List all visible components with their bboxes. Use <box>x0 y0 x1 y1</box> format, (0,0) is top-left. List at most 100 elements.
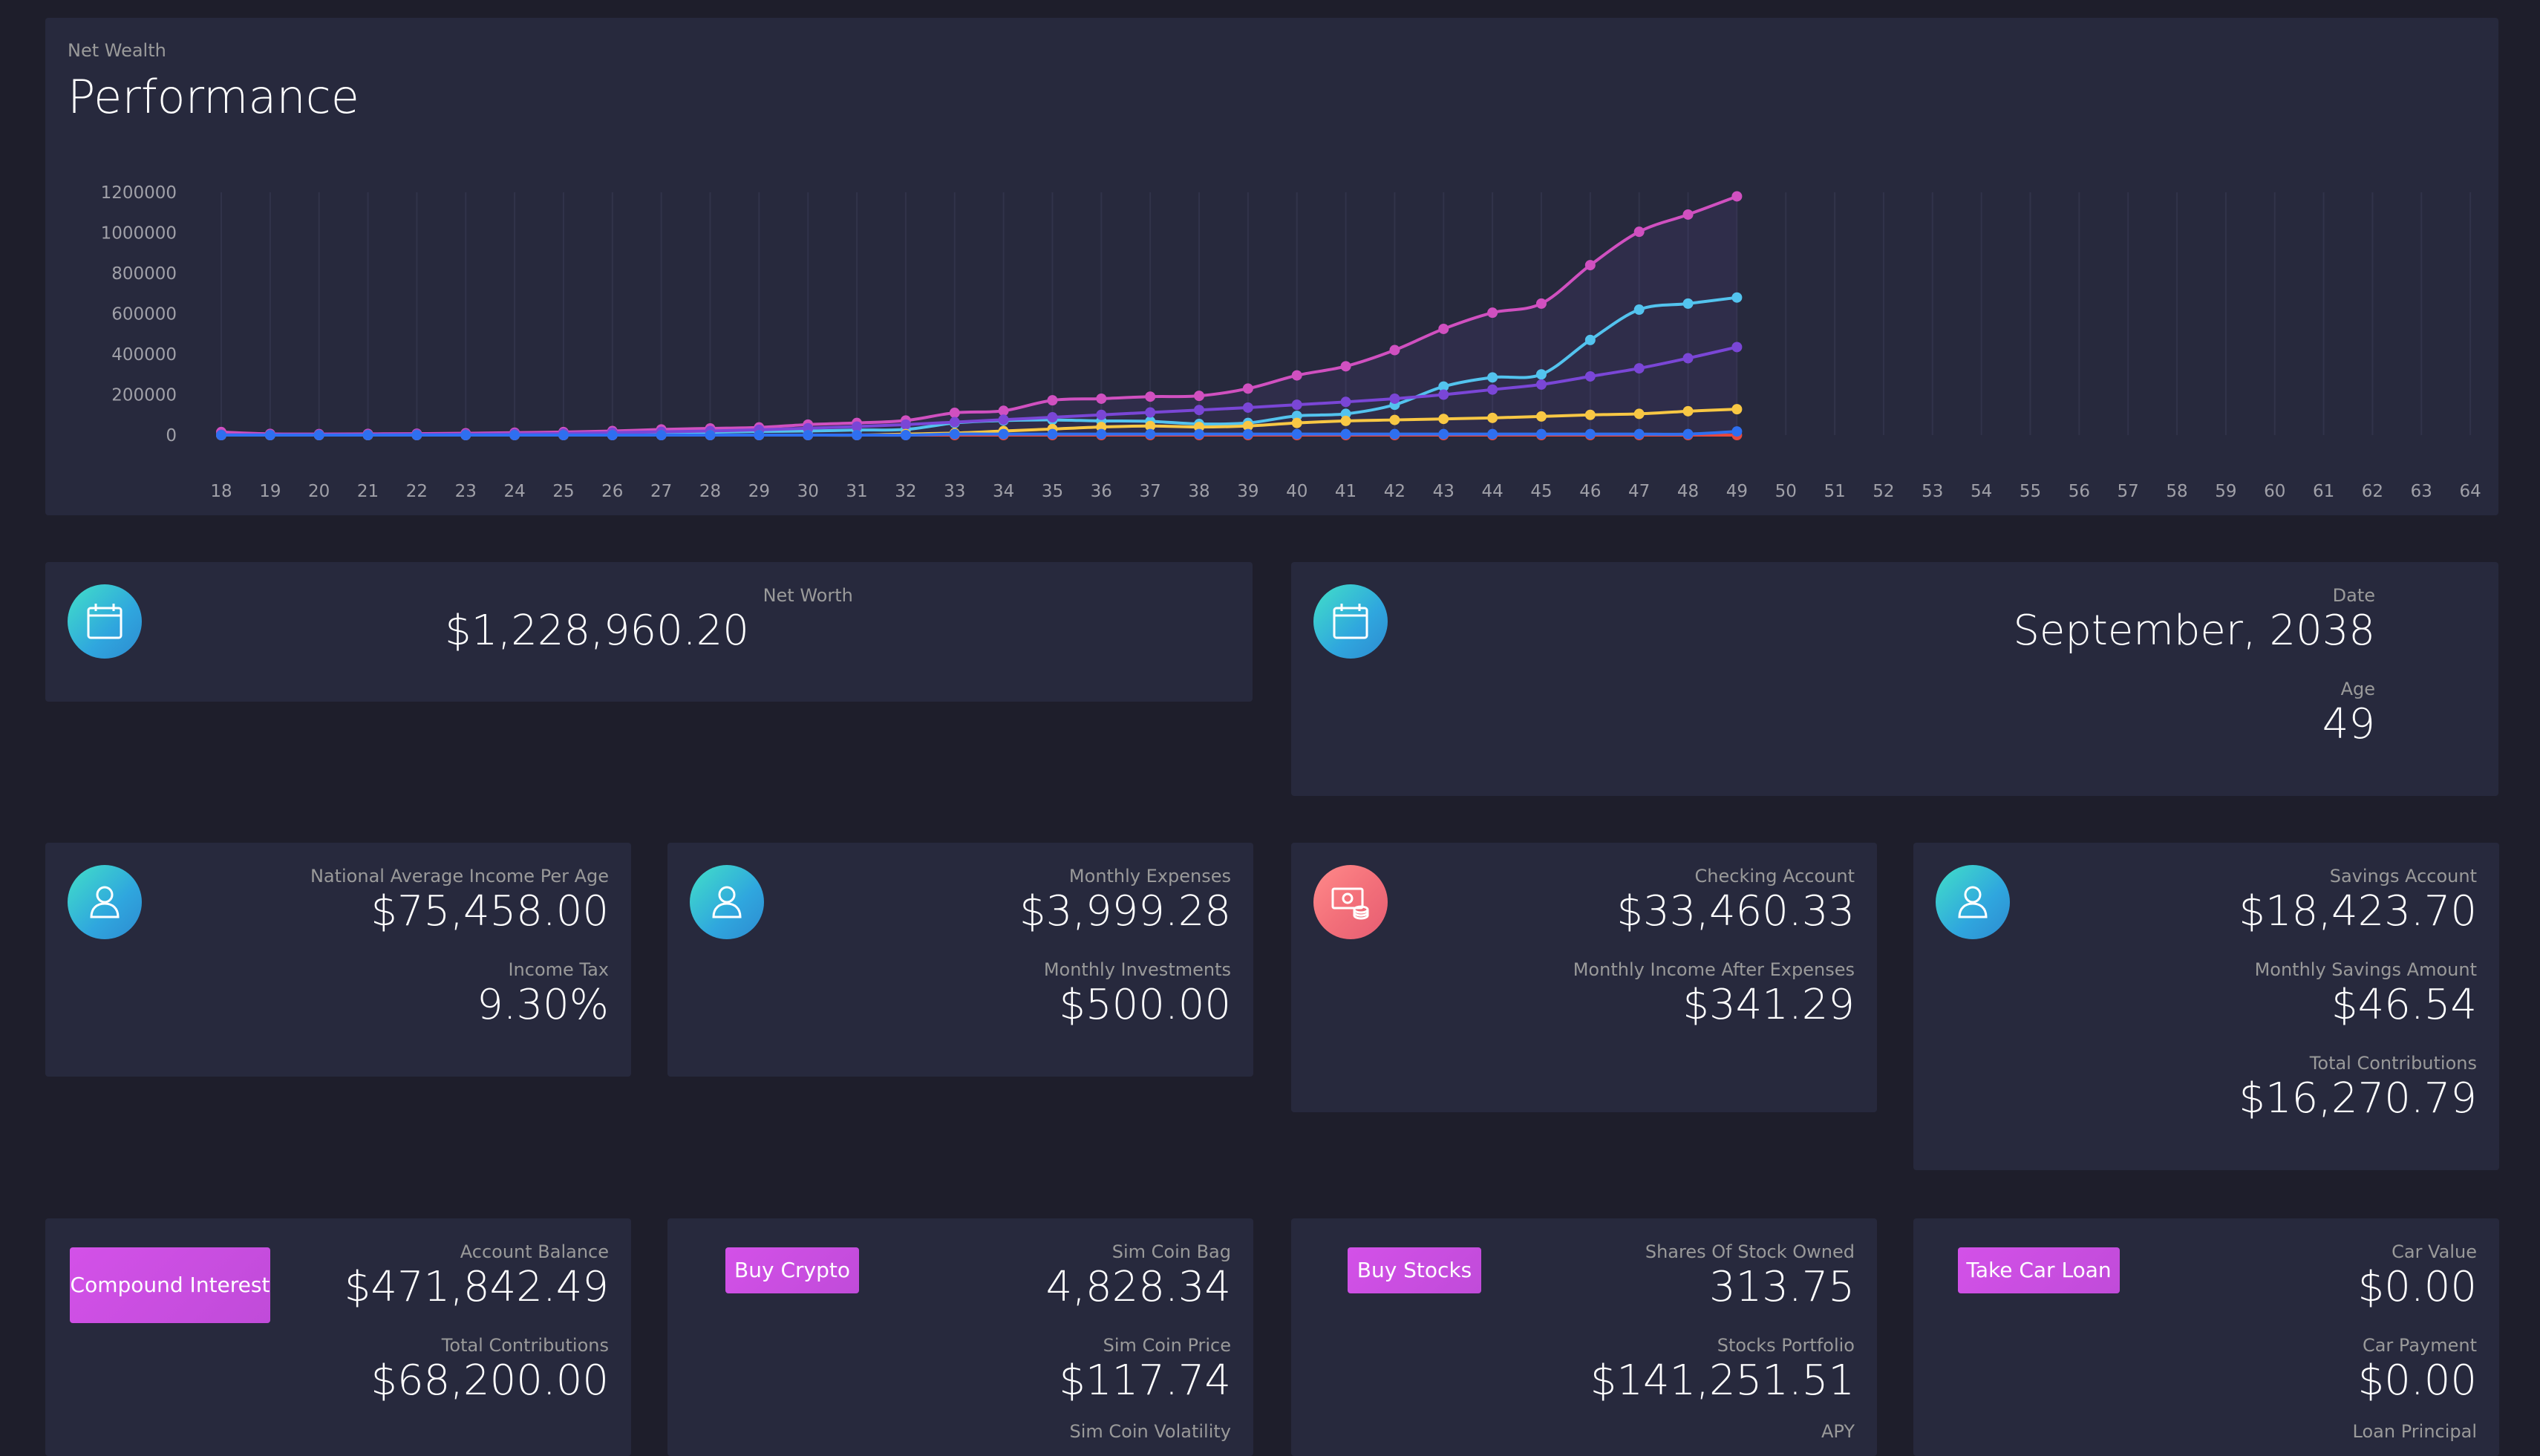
data-point <box>558 430 569 440</box>
monthly-savings-value: $46.54 <box>2331 981 2477 1029</box>
x-tick-label: 59 <box>2215 482 2236 501</box>
data-point <box>1535 298 1547 309</box>
data-point <box>998 428 1009 440</box>
x-tick-label: 32 <box>895 482 916 501</box>
data-point <box>1047 395 1058 406</box>
x-tick-label: 48 <box>1677 482 1699 501</box>
age-value: 49 <box>2322 700 2375 748</box>
performance-chart: 0 200000 400000 600000 800000 1000000 1200000 1… <box>101 183 2481 501</box>
x-tick-label: 62 <box>2362 482 2383 501</box>
data-point <box>1535 379 1547 390</box>
x-tick-label: 18 <box>210 482 232 501</box>
data-point <box>216 430 226 440</box>
crypto-card: Buy Crypto Sim Coin Bag 4,828.34 Sim Coi… <box>667 1218 1253 1456</box>
data-point <box>1389 393 1400 404</box>
y-tick-label: 400000 <box>111 345 177 365</box>
data-point <box>1584 260 1596 271</box>
data-point <box>852 430 863 440</box>
data-point <box>264 430 275 440</box>
x-tick-label: 25 <box>552 482 574 501</box>
income-tax-value: 9.30% <box>477 981 609 1029</box>
data-point <box>1682 405 1694 417</box>
x-tick-label: 49 <box>1726 482 1748 501</box>
data-point <box>1389 428 1400 440</box>
x-tick-label: 45 <box>1530 482 1552 501</box>
net-worth-value: $1,228,960.20 <box>445 607 749 655</box>
data-point <box>1242 428 1253 440</box>
data-point <box>1145 428 1156 440</box>
chart-category: Net Wealth <box>68 40 166 61</box>
take-car-loan-button[interactable]: Take Car Loan <box>1958 1247 2120 1293</box>
data-point <box>1242 402 1253 413</box>
data-point <box>1194 391 1205 402</box>
x-tick-label: 46 <box>1579 482 1601 501</box>
data-point <box>1047 412 1058 423</box>
x-tick-label: 61 <box>2313 482 2334 501</box>
checking-card: Checking Account $33,460.33 Monthly Inco… <box>1291 843 1877 1112</box>
car-value-label: Car Value <box>2392 1241 2477 1262</box>
data-point <box>949 417 960 428</box>
sim-coin-price-value: $117.74 <box>1059 1357 1231 1405</box>
buy-stocks-button[interactable]: Buy Stocks <box>1348 1247 1481 1293</box>
data-point <box>1438 389 1449 400</box>
data-point <box>1633 408 1645 420</box>
car-card: Take Car Loan Car Value $0.00 Car Paymen… <box>1913 1218 2499 1456</box>
data-point <box>1291 428 1302 440</box>
data-point <box>1584 409 1596 420</box>
performance-chart-card: 0 200000 400000 600000 800000 1000000 1200000 1… <box>45 18 2498 515</box>
income-after-expenses-value: $341.29 <box>1682 981 1855 1029</box>
compound-contributions-value: $68,200.00 <box>370 1357 609 1405</box>
data-point <box>1438 323 1449 334</box>
expenses-card: Monthly Expenses $3,999.28 Monthly Inves… <box>667 843 1253 1077</box>
data-point <box>1731 404 1743 415</box>
stocks-portfolio-label: Stocks Portfolio <box>1717 1335 1855 1356</box>
data-point <box>1096 409 1107 420</box>
x-tick-label: 47 <box>1628 482 1650 501</box>
x-tick-label: 53 <box>1922 482 1943 501</box>
car-payment-label: Car Payment <box>2362 1335 2477 1356</box>
data-point <box>900 419 911 430</box>
x-tick-label: 63 <box>2411 482 2432 501</box>
x-tick-label: 24 <box>503 482 525 501</box>
data-point <box>1682 353 1694 364</box>
data-point <box>949 428 960 440</box>
data-point <box>313 430 324 440</box>
net-worth-label: Net Worth <box>763 585 853 606</box>
data-point <box>607 430 618 440</box>
shares-owned-label: Shares Of Stock Owned <box>1645 1241 1855 1262</box>
compound-interest-card: Compound Interest Account Balance $471,8… <box>45 1218 631 1456</box>
savings-value: $18,423.70 <box>2239 887 2477 936</box>
data-point <box>1291 417 1302 428</box>
income-tax-label: Income Tax <box>508 959 609 980</box>
data-point <box>1096 428 1107 440</box>
data-point <box>1633 304 1645 316</box>
data-point <box>754 430 765 440</box>
y-tick-label: 800000 <box>111 264 177 284</box>
data-point <box>1584 428 1596 440</box>
data-point <box>1438 414 1449 425</box>
data-point <box>1291 399 1302 411</box>
income-after-expenses-label: Monthly Income After Expenses <box>1573 959 1855 980</box>
data-point <box>509 430 520 440</box>
monthly-expenses-value: $3,999.28 <box>1019 887 1231 936</box>
sim-coin-price-label: Sim Coin Price <box>1103 1335 1231 1356</box>
data-point <box>1487 412 1498 423</box>
apy-label: APY <box>1821 1421 1855 1442</box>
x-tick-label: 22 <box>406 482 428 501</box>
money-icon <box>1313 865 1388 939</box>
date-card: Date September, 2038 Age 49 <box>1291 562 2498 796</box>
data-point <box>1194 405 1205 416</box>
x-tick-label: 33 <box>944 482 965 501</box>
chart-title: Performance <box>68 70 359 124</box>
net-worth-card: Net Worth $1,228,960.20 <box>45 562 1253 702</box>
data-point <box>1633 428 1645 440</box>
data-point <box>1535 369 1547 380</box>
compound-interest-button[interactable]: Compound Interest <box>70 1247 270 1323</box>
buy-crypto-button[interactable]: Buy Crypto <box>725 1247 859 1293</box>
compound-contributions-label: Total Contributions <box>441 1335 609 1356</box>
x-tick-label: 54 <box>1971 482 1992 501</box>
savings-card: Savings Account $18,423.70 Monthly Savin… <box>1913 843 2499 1170</box>
total-contributions-label: Total Contributions <box>2309 1053 2477 1074</box>
income-card: National Average Income Per Age $75,458.… <box>45 843 631 1077</box>
data-point <box>1633 226 1645 238</box>
